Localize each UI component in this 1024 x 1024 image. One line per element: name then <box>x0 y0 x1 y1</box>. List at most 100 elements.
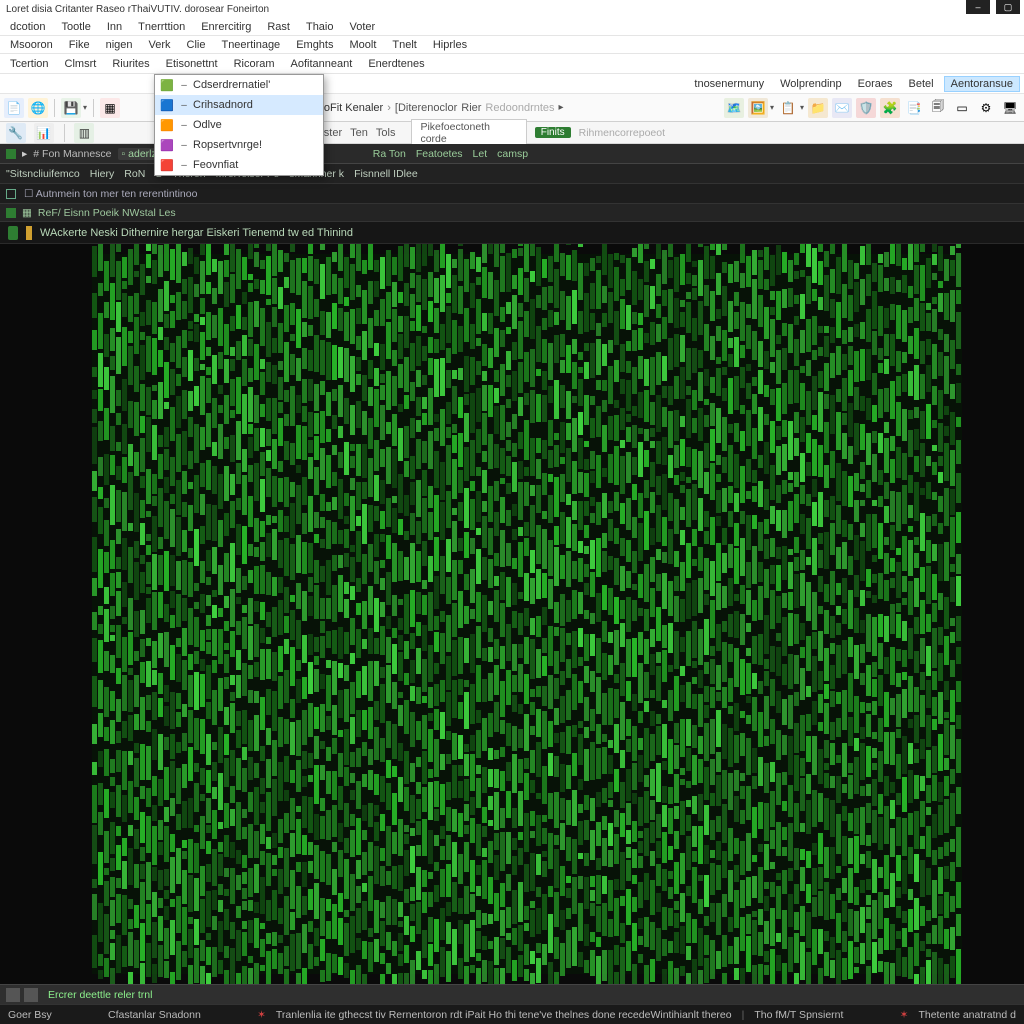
menu-item[interactable]: Tootle <box>55 20 96 34</box>
toolbar-sub: [Diterenoclor <box>395 102 457 114</box>
infobar-item[interactable]: Hiery <box>90 168 115 180</box>
toolbar-icon-r8[interactable]: 📑 <box>904 98 924 118</box>
menu-item[interactable]: Inn <box>101 20 128 34</box>
dropdown-item[interactable]: 🟪–Ropsertvnrge! <box>155 135 323 155</box>
menu-bar-3: Tcertion ClmsrtRiurites Etisonettnt Ricoram… <box>0 54 1024 74</box>
toolbar-icon-r5[interactable]: ✉️ <box>832 98 852 118</box>
menu-item[interactable]: dcotion <box>4 20 51 34</box>
bullet-icon: – <box>181 100 187 111</box>
dropdown-menu[interactable]: 🟩–Cdserdrernatiel'🟦–Crihsadnord🟧–Odlve🟪–… <box>154 74 324 176</box>
toolbar-icon-r9[interactable]: 🗐 <box>928 98 948 118</box>
record-icon[interactable] <box>6 149 16 159</box>
dropdown-item-label: Ropsertvnrge! <box>193 139 262 151</box>
breadcrumb-tail-item[interactable]: Featoetes <box>416 148 463 160</box>
footer-input-label[interactable]: Ercrer deettle reler trnl <box>48 989 152 1001</box>
menu-item[interactable]: Rast <box>261 20 296 34</box>
menu-item[interactable]: tnosenermuny <box>688 77 770 91</box>
subtool-field-c[interactable]: Tols <box>376 127 396 139</box>
menu-item[interactable]: Clie <box>181 38 212 52</box>
bullet-icon: – <box>181 80 187 91</box>
toolbar-sub2: Rier <box>461 102 481 114</box>
menu-item[interactable]: Msooron <box>4 38 59 52</box>
menu-item[interactable]: Riurites <box>106 57 155 71</box>
toolbar-icon-r12[interactable]: 🖥 <box>1000 98 1020 118</box>
toolbar-icon-r2[interactable]: 🖼️ <box>748 98 768 118</box>
toolbar-icon-r10[interactable]: ▭ <box>952 98 972 118</box>
menu-item[interactable]: Aentoransue <box>944 76 1020 92</box>
subtool-icon-3[interactable]: ▥ <box>74 123 94 143</box>
toolbar-icon-2[interactable]: 🌐 <box>28 98 48 118</box>
link-text[interactable]: ReF/ Eisnn Poeik NWstal Les <box>38 207 176 219</box>
dropdown-arrow-icon[interactable]: ▾ <box>770 103 774 112</box>
checkbox-icon[interactable] <box>6 189 16 199</box>
toolbar-icon-r11[interactable]: ⚙ <box>976 98 996 118</box>
menu-item[interactable]: Betel <box>903 77 940 91</box>
info-bar-2: ☐ Autnmein ton mer ten rerentintinoo <box>0 184 1024 204</box>
menu-item[interactable]: Tneertinage <box>215 38 286 52</box>
toolbar-sep: › <box>387 102 391 114</box>
menu-item[interactable]: Verk <box>143 38 177 52</box>
menu-item[interactable]: Clmsrt <box>59 57 103 71</box>
dropdown-item[interactable]: 🟧–Odlve <box>155 115 323 135</box>
bullet-icon: – <box>181 160 187 171</box>
menu-item[interactable]: Emghts <box>290 38 339 52</box>
menu-item[interactable]: Enrercitirg <box>195 20 257 34</box>
bottom-mid2: Tranlenlia ite gthecst tiv Rernentoron r… <box>276 1009 732 1021</box>
menu-item[interactable]: Tnelt <box>386 38 422 52</box>
secondary-badge[interactable]: Finits <box>535 127 571 138</box>
dropdown-item-label: Feovnfiat <box>193 159 238 171</box>
bottom-mid3[interactable]: Tho fM/T Spnsiernt <box>754 1009 843 1021</box>
menu-item[interactable]: Fike <box>63 38 96 52</box>
dropdown-arrow-icon[interactable]: ▾ <box>83 103 87 112</box>
dropdown-item[interactable]: 🟩–Cdserdrernatiel' <box>155 75 323 95</box>
menu-item[interactable]: Enerdtenes <box>362 57 430 71</box>
dropdown-arrow-icon[interactable]: ▾ <box>800 103 804 112</box>
dropdown-item-label: Odlve <box>193 119 222 131</box>
menu-item[interactable]: Thaio <box>300 20 340 34</box>
subtool-icon-2[interactable]: 📊 <box>34 123 54 143</box>
infobar-item[interactable]: "Sitsncliuifemco <box>6 168 80 180</box>
toolbar-icon-r4[interactable]: 📁 <box>808 98 828 118</box>
bottom-mid1[interactable]: Cfastanlar Snadonn <box>108 1009 201 1021</box>
breadcrumb-tail-item[interactable]: Ra Ton <box>373 148 406 160</box>
bottom-left[interactable]: Goer Bsy <box>8 1009 52 1021</box>
breadcrumb-path[interactable]: # Fon Mannesce <box>33 148 111 160</box>
subtool-icon-1[interactable]: 🔧 <box>6 123 26 143</box>
toolbar-icon-4[interactable]: ▦ <box>100 98 120 118</box>
dropdown-item[interactable]: 🟥–Feovnfiat <box>155 155 323 175</box>
menu-item[interactable]: Etisonettnt <box>160 57 224 71</box>
menu-item[interactable]: Ricoram <box>228 57 281 71</box>
breadcrumb-tail-item[interactable]: camsp <box>497 148 528 160</box>
dropdown-item-label: Crihsadnord <box>193 99 253 111</box>
dropdown-item-label: Cdserdrernatiel' <box>193 79 270 91</box>
menu-item[interactable]: Hiprles <box>427 38 473 52</box>
menu-item[interactable]: Tcertion <box>4 57 55 71</box>
footer-icon-1[interactable] <box>6 988 20 1002</box>
breadcrumb-tail: Ra Ton Featoetes Let camsp <box>373 148 528 160</box>
dropdown-item[interactable]: 🟦–Crihsadnord <box>155 95 323 115</box>
main-viewport[interactable] <box>0 244 1024 984</box>
window-minimize-button[interactable]: – <box>966 0 990 14</box>
toolbar-icon-r6[interactable]: 🛡️ <box>856 98 876 118</box>
toolbar-icon-r7[interactable]: 🧩 <box>880 98 900 118</box>
footer-icon-2[interactable] <box>24 988 38 1002</box>
toolbar-icon-1[interactable]: 📄 <box>4 98 24 118</box>
menu-item[interactable]: Tnerrttion <box>132 20 191 34</box>
toolbar-icon-3[interactable]: 💾 <box>61 98 81 118</box>
secondary-tab-field[interactable]: Pikefoectoneth corde <box>411 119 526 147</box>
menu-item[interactable]: Eoraes <box>852 77 899 91</box>
window-maximize-button[interactable]: ▢ <box>996 0 1020 14</box>
link-icon[interactable] <box>6 208 16 218</box>
toolbar-chev[interactable]: ▸ <box>559 102 564 113</box>
menu-item[interactable]: Moolt <box>343 38 382 52</box>
infobar-item[interactable]: RoN <box>124 168 145 180</box>
toolbar-icon-r1[interactable]: 🗺️ <box>724 98 744 118</box>
menu-item[interactable]: Aofitanneant <box>285 57 359 71</box>
infobar-item[interactable]: Fisnnell IDlee <box>354 168 418 180</box>
toolbar-icon-r3[interactable]: 📋 <box>778 98 798 118</box>
breadcrumb-tail-item[interactable]: Let <box>473 148 488 160</box>
menu-item[interactable]: nigen <box>100 38 139 52</box>
subtool-field-b[interactable]: Ten <box>350 127 368 139</box>
menu-item[interactable]: Voter <box>344 20 382 34</box>
menu-item[interactable]: Wolprendinp <box>774 77 848 91</box>
